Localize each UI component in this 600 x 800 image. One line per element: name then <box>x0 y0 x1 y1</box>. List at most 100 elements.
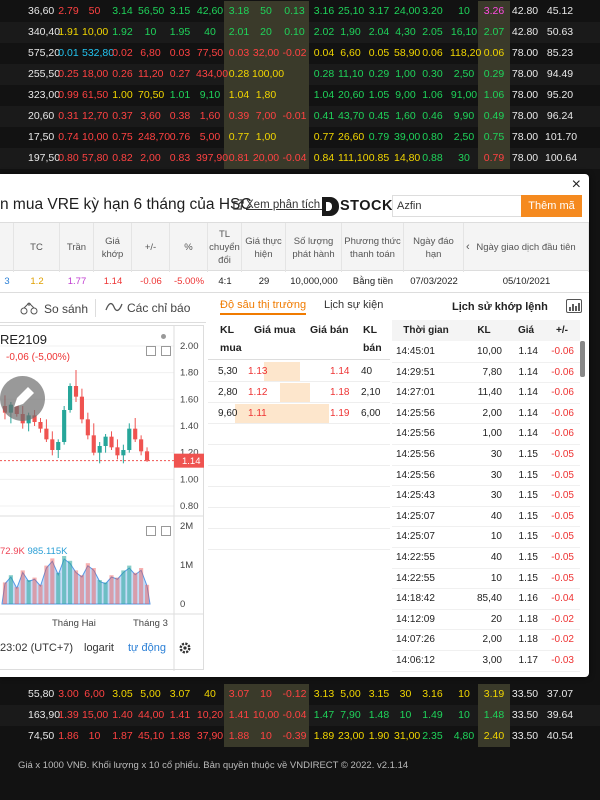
candle-body[interactable] <box>103 436 108 446</box>
table-header-cell[interactable]: Phương thức thanh toán <box>342 223 404 272</box>
candle-body[interactable] <box>62 410 67 442</box>
board-row[interactable]: 55,80 3.00 6,00 3.05 5,00 3.07 40 3.07 10 -0.12 3.… <box>0 684 600 705</box>
close-icon[interactable]: × <box>572 176 581 194</box>
history-row[interactable]: 14:25:07 40 1.15 -0.05 <box>392 507 580 528</box>
volume-bar <box>115 577 120 604</box>
board-cell: 0.46 <box>422 110 443 122</box>
history-row[interactable]: 14:22:55 40 1.15 -0.05 <box>392 548 580 569</box>
candle-body[interactable] <box>127 428 132 450</box>
board-cell: 26,60 <box>338 131 365 143</box>
compare-button[interactable]: So sánh <box>20 301 88 316</box>
depth-row[interactable]: 9,60 1.11 1.19 6,00 <box>208 403 390 424</box>
board-row[interactable]: 340,40 1.91 10,00 1.92 10 1.95 40 2.01 20 0.10 2.0… <box>0 22 600 43</box>
chart-settings-icon[interactable] <box>146 346 156 356</box>
gear-icon[interactable] <box>178 641 192 655</box>
depth-row[interactable] <box>208 424 390 445</box>
draw-tool-button[interactable] <box>0 376 45 421</box>
table-header-cell[interactable]: Giá thực hiện <box>242 223 286 272</box>
history-row[interactable]: 14:27:01 11,40 1.14 -0.06 <box>392 383 580 404</box>
search-input[interactable] <box>392 195 522 217</box>
chart-timezone[interactable]: 23:02 (UTC+7) <box>0 642 73 654</box>
candle-body[interactable] <box>38 422 43 429</box>
candle-body[interactable] <box>68 386 73 410</box>
board-cell: 30 <box>458 152 470 164</box>
board-row[interactable]: 20,60 0.31 12,70 0.37 3,60 0.38 1,60 0.39 7,00 -0… <box>0 106 600 127</box>
chevron-left-icon[interactable]: ‹ <box>466 241 470 253</box>
table-header-cell[interactable]: Ngày đáo hạn <box>404 223 464 272</box>
dstock-logo[interactable]: STOCK <box>322 196 393 216</box>
scrollbar[interactable] <box>580 341 585 377</box>
history-row[interactable]: 14:25:56 1,00 1.14 -0.06 <box>392 424 580 445</box>
table-header-cell[interactable]: Giá khớp <box>94 223 132 272</box>
board-row[interactable]: 17,50 0.74 10,00 0.75 248,70 0.76 5,00 0.77 1,00… <box>0 127 600 148</box>
tab-market-depth[interactable]: Độ sâu thị trường <box>220 299 307 315</box>
table-header-cell[interactable]: Số lượng phát hành <box>286 223 342 272</box>
table-header-cell[interactable]: TC <box>14 223 60 272</box>
table-header-cell[interactable]: TL chuyển đổi <box>208 223 242 272</box>
candle-body[interactable] <box>133 428 138 440</box>
history-row[interactable]: 14:06:12 3,00 1.17 -0.03 <box>392 651 580 672</box>
history-row[interactable]: 14:07:26 2,00 1.18 -0.02 <box>392 630 580 651</box>
history-row[interactable]: 14:25:43 30 1.15 -0.05 <box>392 486 580 507</box>
add-symbol-button[interactable]: Thêm mã <box>521 195 582 217</box>
candle-body[interactable] <box>109 436 114 448</box>
depth-row[interactable]: 5,30 1.13 1.14 40 <box>208 361 390 382</box>
depth-row[interactable] <box>208 466 390 487</box>
history-row[interactable]: 14:25:56 30 1.15 -0.05 <box>392 445 580 466</box>
depth-row[interactable] <box>208 445 390 466</box>
price-chart[interactable]: 2.00 1.80 1.60 1.40 1.20 1.00 0.80 1.14 2M 1M 0 Thá… <box>0 325 204 671</box>
analysis-link[interactable]: Xem phân tích tại <box>233 199 336 211</box>
table-header-cell[interactable]: Trần <box>60 223 94 272</box>
history-cell: -0.06 <box>551 387 574 399</box>
table-header-cell[interactable]: +/- <box>132 223 170 272</box>
table-header-cell[interactable]: % <box>170 223 208 272</box>
board-row[interactable]: 575,20 0.01 532,80 0.02 6,80 0.03 77,50 0.03 32,… <box>0 43 600 64</box>
candle-body[interactable] <box>121 450 126 456</box>
logarit-toggle[interactable]: logarit <box>84 642 114 654</box>
board-cell: 77,50 <box>196 47 224 59</box>
chart-remove-icon[interactable] <box>161 346 171 356</box>
indicators-button[interactable]: Các chỉ báo <box>105 301 190 315</box>
candle-body[interactable] <box>91 435 96 453</box>
candle-body[interactable] <box>85 419 90 436</box>
history-row[interactable]: 14:25:07 10 1.15 -0.05 <box>392 527 580 548</box>
board-row[interactable]: 323,00 0.99 61,50 1.00 70,50 1.01 9,10 1.04 1,80… <box>0 85 600 106</box>
bar-chart-icon[interactable] <box>566 299 582 313</box>
depth-row[interactable]: 2,80 1.12 1.18 2,10 <box>208 382 390 403</box>
history-row[interactable]: 14:25:56 2,00 1.14 -0.06 <box>392 404 580 425</box>
board-row[interactable]: 74,50 1.86 10 1.87 45,10 1.88 37,90 1.88 10 -0.39… <box>0 726 600 747</box>
candle-body[interactable] <box>73 386 79 397</box>
candle-body[interactable] <box>44 428 49 440</box>
indicators-label: Các chỉ báo <box>127 301 191 315</box>
auto-scale-toggle[interactable]: tự động <box>128 642 166 654</box>
depth-row[interactable] <box>208 487 390 508</box>
history-row[interactable]: 14:25:56 30 1.15 -0.05 <box>392 466 580 487</box>
candle-body[interactable] <box>115 447 120 456</box>
board-row[interactable]: 197,50 0.80 57,80 0.82 2,00 0.83 397,90 0.81 20,… <box>0 148 600 169</box>
candle-body[interactable] <box>97 446 102 453</box>
candle-body[interactable] <box>144 451 150 461</box>
board-row[interactable]: 163,90 1.39 15,00 1.40 44,00 1.41 10,20 1.41 10,… <box>0 705 600 726</box>
history-row[interactable]: 14:29:51 7,80 1.14 -0.06 <box>392 363 580 384</box>
history-row[interactable]: 14:22:55 10 1.15 -0.05 <box>392 569 580 590</box>
history-row[interactable]: 14:18:42 85,40 1.16 -0.04 <box>392 589 580 610</box>
board-row[interactable]: 255,50 0.25 18,00 0.26 11,20 0.27 434,00 0.28 10… <box>0 64 600 85</box>
candle-body[interactable] <box>79 396 84 420</box>
history-row[interactable]: 14:12:09 20 1.18 -0.02 <box>392 610 580 631</box>
tab-events[interactable]: Lịch sự kiện <box>324 299 383 311</box>
volume-remove-icon[interactable] <box>161 526 171 536</box>
board-cell: 1.88 <box>228 730 250 742</box>
table-header-cell[interactable]: Ngày giao dịch đầu tiên <box>464 223 589 272</box>
history-cell: -0.04 <box>551 593 574 605</box>
candle-body[interactable] <box>56 442 61 450</box>
depth-row[interactable] <box>208 529 390 550</box>
board-row[interactable]: 36,60 2.79 50 3.14 56,50 3.15 42,60 3.18 50 0.13 3… <box>0 1 600 22</box>
candle-body[interactable] <box>50 439 55 450</box>
history-cell: -0.05 <box>551 552 574 563</box>
depth-gia-ban: 1.14 <box>330 366 350 377</box>
candle-body[interactable] <box>139 439 144 452</box>
history-row[interactable]: 14:45:01 10,00 1.14 -0.06 <box>392 342 580 363</box>
depth-row[interactable] <box>208 508 390 529</box>
volume-settings-icon[interactable] <box>146 526 156 536</box>
board-cell: 1.86 <box>58 730 79 742</box>
